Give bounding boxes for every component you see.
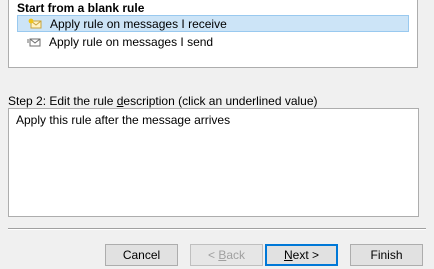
- group-header-blank-rule: Start from a blank rule: [17, 1, 145, 15]
- rule-item-receive[interactable]: Apply rule on messages I receive: [17, 15, 409, 32]
- finish-button[interactable]: Finish: [350, 244, 423, 266]
- rule-item-label: Apply rule on messages I receive: [50, 16, 227, 31]
- back-button-label: < Back: [207, 248, 246, 262]
- separator: [8, 228, 426, 230]
- envelope-receive-icon: [28, 18, 42, 30]
- rule-description-text: Apply this rule after the message arrive…: [16, 113, 231, 127]
- next-button-label: Next >: [283, 248, 320, 262]
- rule-item-send[interactable]: Apply rule on messages I send: [17, 33, 409, 50]
- step2-label: Step 2: Edit the rule description (click…: [8, 94, 318, 108]
- next-button[interactable]: Next >: [265, 244, 338, 266]
- rule-description-box[interactable]: Apply this rule after the message arrive…: [8, 108, 419, 217]
- cancel-button[interactable]: Cancel: [105, 244, 178, 266]
- rule-item-label: Apply rule on messages I send: [49, 34, 214, 49]
- back-button[interactable]: < Back: [190, 244, 263, 266]
- envelope-send-icon: [27, 36, 41, 48]
